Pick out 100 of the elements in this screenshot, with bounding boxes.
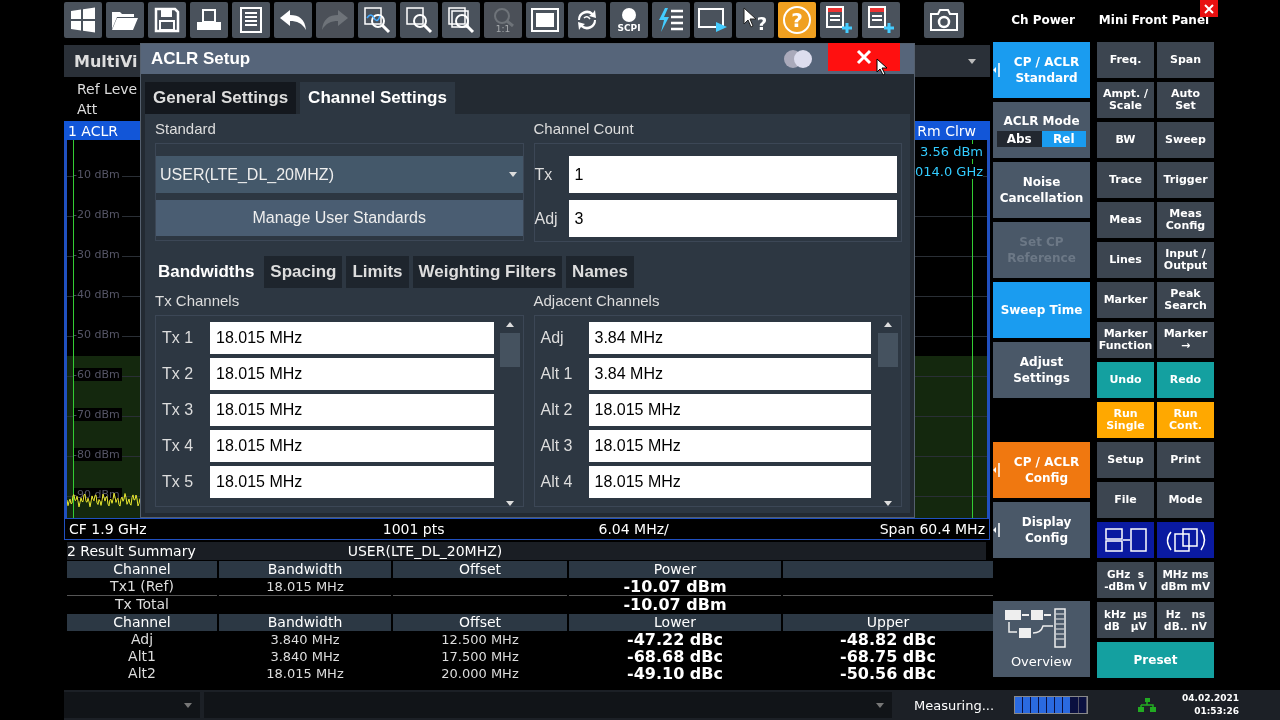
input-field[interactable]: 18.015 MHz [210,430,494,462]
undo-button[interactable] [274,2,312,38]
input-field[interactable]: 18.015 MHz [210,466,494,498]
hardkey[interactable]: Print [1157,442,1214,478]
field-label: Tx 1 [161,329,195,347]
hardkey[interactable]: Auto Set [1157,82,1214,118]
unit-key[interactable]: MHz ms dBm mV [1157,562,1214,598]
camera-button[interactable] [924,2,964,38]
multi-zoom-button[interactable] [442,2,480,38]
fullscreen-button[interactable] [526,2,564,38]
scroll-down-icon[interactable] [884,501,892,506]
zoom-mode-button[interactable] [358,2,396,38]
dropdown-field[interactable] [64,692,200,718]
input-field[interactable]: 18.015 MHz [588,394,871,426]
hardkey[interactable]: Sweep [1157,122,1214,158]
refresh-button[interactable] [568,2,606,38]
close-button[interactable] [828,43,900,71]
hardkey[interactable]: File [1097,482,1154,518]
trace-title: 1 ACLR [68,122,118,139]
scroll-up-icon[interactable] [884,322,892,327]
section-label: Standard [155,120,217,137]
scroll-down-icon[interactable] [505,501,514,506]
hardkey[interactable]: Marker [1097,282,1154,318]
input-field[interactable]: 3.84 MHz [588,322,871,354]
tab[interactable]: General Settings [145,82,297,114]
zoom-icon [405,6,433,34]
help-pointer-button[interactable]: ? [736,2,774,38]
hardkey[interactable]: Trace [1097,162,1154,198]
display-button[interactable] [694,2,732,38]
table-cell: 17.500 MHz [441,649,519,664]
caret-icon[interactable] [968,58,976,64]
hardkey[interactable]: Setup [1097,442,1154,478]
tab[interactable]: Limits [346,256,409,288]
scrollbar-thumb[interactable] [878,333,898,367]
zoom-icon [447,6,475,34]
sweep-points: 1001 pts [382,521,445,537]
scroll-up-icon[interactable] [505,322,514,327]
softkey[interactable]: Noise Cancellation [993,162,1090,218]
input-field[interactable]: 18.015 MHz [210,358,494,390]
softkey-label: ACLR Mode [1003,113,1080,129]
close-button[interactable] [1200,0,1218,17]
windows-button[interactable] [64,2,102,38]
open-button[interactable] [106,2,144,38]
scpi-button[interactable]: SCPI [610,2,648,38]
dropdown-field[interactable] [204,692,892,718]
overview-button[interactable]: Overview [993,601,1090,677]
mode-option[interactable]: Abs [997,131,1042,147]
manage-standards-button[interactable]: Manage User Standards [156,200,523,236]
zoom-button[interactable] [400,2,438,38]
softkey[interactable]: Display Config [993,501,1090,558]
hardkey[interactable]: BW [1097,122,1154,158]
unit-key[interactable]: Hz ns dB.. nV [1157,602,1214,638]
input-field[interactable]: 3 [568,200,897,237]
mode-toggle-key[interactable]: ACLR Mode Abs Rel [993,102,1090,158]
sequencer-button[interactable] [652,2,690,38]
table-cell: -48.82 dBc [840,630,936,649]
print-button[interactable] [190,2,228,38]
input-field[interactable]: 18.015 MHz [588,430,871,462]
input-field[interactable]: 18.015 MHz [210,394,494,426]
table-cell: Tx Total [115,596,169,612]
tab[interactable]: Channel Settings [300,82,455,114]
marker-level: 3.56 dBm [920,144,983,159]
tab[interactable]: Weighting Filters [412,256,563,288]
report-button[interactable] [232,2,270,38]
hardkey[interactable]: Lines [1097,242,1154,278]
hardkey[interactable]: Meas [1097,202,1154,238]
printer-icon [195,8,223,32]
transparency-toggle-icon[interactable] [782,49,814,69]
hardkey[interactable]: Meas Config [1157,202,1214,238]
tab[interactable]: Spacing [264,256,343,288]
hardkey[interactable]: Ampt. / Scale [1097,82,1154,118]
standard-dropdown[interactable]: USER(LTE_DL_20MHZ) [156,156,523,193]
save-button[interactable] [148,2,186,38]
hardkey[interactable]: Trigger [1157,162,1214,198]
standard-name: USER(LTE_DL_20MHZ) [347,543,503,559]
hardkey[interactable]: Peak Search [1157,282,1214,318]
trace-mode: Rm Clrw [917,122,976,139]
input-field[interactable]: 3.84 MHz [588,358,871,390]
column-header: Power [569,561,781,578]
softkey[interactable]: Adjust Settings [993,342,1090,398]
add-window-button[interactable] [862,2,900,38]
input-field[interactable]: 1 [568,156,897,193]
hardkey[interactable]: Marker → [1157,322,1214,358]
input-field[interactable]: 18.015 MHz [210,322,494,354]
fullscreen-icon [531,8,559,32]
swap-window-button[interactable] [1157,522,1214,558]
hardkey[interactable]: Marker Function [1097,322,1154,358]
split-window-button[interactable] [1097,522,1154,558]
hardkey[interactable]: Span [1157,42,1214,78]
unit-key[interactable]: GHz s -dBm V [1097,562,1154,598]
tab[interactable]: Names [566,256,634,288]
panel-title: Ch Power [1010,13,1076,27]
hardkey[interactable]: Freq. [1097,42,1154,78]
scrollbar-thumb[interactable] [499,333,520,367]
section-label: Adjacent Channels [533,292,661,309]
hardkey[interactable]: Mode [1157,482,1214,518]
input-field[interactable]: 18.015 MHz [588,466,871,498]
add-window-button[interactable] [820,2,858,38]
hardkey[interactable]: Input / Output [1157,242,1214,278]
unit-key[interactable]: kHz µs dB µV [1097,602,1154,638]
